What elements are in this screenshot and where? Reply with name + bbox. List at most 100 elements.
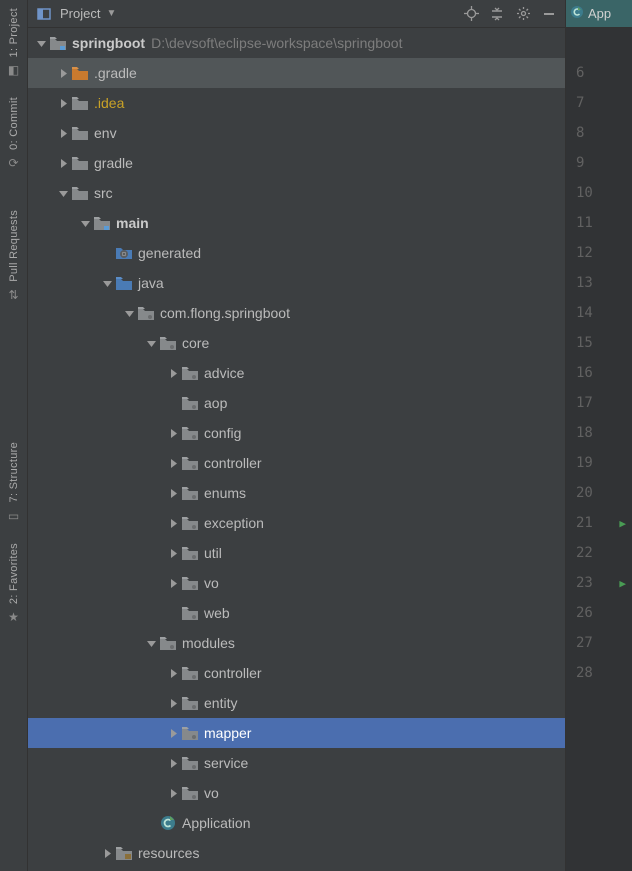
chevron-right-icon[interactable] [56, 126, 70, 140]
chevron-down-icon[interactable] [144, 636, 158, 650]
gutter-line[interactable]: 13 [566, 268, 632, 298]
panel-type-icon [34, 4, 54, 24]
chevron-right-icon[interactable] [100, 846, 114, 860]
gutter-line[interactable]: 12 [566, 238, 632, 268]
gutter-line[interactable]: 18 [566, 418, 632, 448]
tree-node[interactable]: aop [28, 388, 565, 418]
chevron-right-icon[interactable] [166, 786, 180, 800]
editor-tab[interactable]: App [566, 0, 632, 28]
rail-icon: ◧ [7, 63, 21, 77]
chevron-right-icon[interactable] [166, 486, 180, 500]
tree-node[interactable]: exception [28, 508, 565, 538]
tree-node[interactable]: main [28, 208, 565, 238]
rail-button[interactable]: Pull Requests⇅ [7, 210, 21, 302]
tree-node[interactable]: advice [28, 358, 565, 388]
chevron-down-icon[interactable] [78, 216, 92, 230]
gutter-line[interactable]: 23▶ [566, 568, 632, 598]
gutter-line[interactable]: 6 [566, 58, 632, 88]
gutter-line[interactable]: 19 [566, 448, 632, 478]
tree-node[interactable]: vo [28, 778, 565, 808]
rail-button[interactable]: 2: Favorites★ [7, 543, 21, 624]
package-icon [138, 305, 154, 321]
tree-node-label: util [204, 545, 222, 561]
tree-node[interactable]: service [28, 748, 565, 778]
tree-node[interactable]: java [28, 268, 565, 298]
chevron-right-icon[interactable] [166, 726, 180, 740]
tree-node-label: web [204, 605, 230, 621]
rail-button[interactable]: 7: Structure▭ [7, 442, 21, 522]
chevron-down-icon[interactable] [144, 336, 158, 350]
chevron-right-icon[interactable] [56, 156, 70, 170]
gutter-line[interactable]: 27 [566, 628, 632, 658]
project-tree[interactable]: springbootD:\devsoft\eclipse-workspace\s… [28, 28, 565, 871]
gutter-line[interactable]: 28 [566, 658, 632, 688]
hide-icon[interactable] [539, 4, 559, 24]
gutter-line[interactable]: 15 [566, 328, 632, 358]
gear-icon[interactable] [513, 4, 533, 24]
expand-all-icon[interactable] [487, 4, 507, 24]
tree-node[interactable]: src [28, 178, 565, 208]
gutter-line[interactable]: 9 [566, 148, 632, 178]
tree-node[interactable]: .idea [28, 88, 565, 118]
chevron-right-icon[interactable] [166, 426, 180, 440]
tree-node[interactable]: modules [28, 628, 565, 658]
chevron-right-icon[interactable] [56, 96, 70, 110]
chevron-right-icon[interactable] [166, 546, 180, 560]
tree-node[interactable]: config [28, 418, 565, 448]
chevron-right-icon[interactable] [166, 516, 180, 530]
chevron-right-icon[interactable] [166, 756, 180, 770]
editor-gutter[interactable]: 6789101112131415161718192021▶2223▶262728 [566, 28, 632, 871]
folder-orange-icon [72, 65, 88, 81]
gutter-line[interactable]: 8 [566, 118, 632, 148]
tree-node[interactable]: controller [28, 658, 565, 688]
rail-button[interactable]: 0: Commit⟳ [7, 97, 21, 170]
locate-icon[interactable] [461, 4, 481, 24]
chevron-right-icon[interactable] [166, 666, 180, 680]
chevron-right-icon[interactable] [166, 576, 180, 590]
package-icon [182, 455, 198, 471]
chevron-down-icon[interactable] [100, 276, 114, 290]
tree-node-label: springboot [72, 35, 145, 51]
tree-node[interactable]: vo [28, 568, 565, 598]
tree-node[interactable]: enums [28, 478, 565, 508]
chevron-right-icon[interactable] [56, 66, 70, 80]
chevron-down-icon[interactable] [34, 36, 48, 50]
chevron-right-icon[interactable] [166, 456, 180, 470]
tree-node[interactable]: controller [28, 448, 565, 478]
gutter-line[interactable]: 10 [566, 178, 632, 208]
tree-node[interactable]: core [28, 328, 565, 358]
panel-title[interactable]: Project ▼ [60, 6, 116, 21]
run-icon[interactable]: ▶ [619, 517, 626, 530]
gutter-line[interactable]: 20 [566, 478, 632, 508]
chevron-down-icon[interactable] [122, 306, 136, 320]
run-icon[interactable]: ▶ [619, 577, 626, 590]
gutter-line[interactable]: 14 [566, 298, 632, 328]
tree-node-label: core [182, 335, 209, 351]
gutter-line[interactable]: 16 [566, 358, 632, 388]
gutter-line[interactable]: 22 [566, 538, 632, 568]
gutter-line[interactable]: 7 [566, 88, 632, 118]
rail-icon: ★ [7, 610, 21, 624]
tree-node[interactable]: mapper [28, 718, 565, 748]
tree-node[interactable]: web [28, 598, 565, 628]
tree-node[interactable]: Application [28, 808, 565, 838]
tree-node[interactable]: entity [28, 688, 565, 718]
tree-node[interactable]: springbootD:\devsoft\eclipse-workspace\s… [28, 28, 565, 58]
tree-node[interactable]: env [28, 118, 565, 148]
gutter-line[interactable]: 17 [566, 388, 632, 418]
gutter-line[interactable]: 26 [566, 598, 632, 628]
rail-button[interactable]: 1: Project◧ [7, 8, 21, 77]
chevron-down-icon[interactable] [56, 186, 70, 200]
tree-node[interactable]: util [28, 538, 565, 568]
tree-node[interactable]: generated [28, 238, 565, 268]
tree-node[interactable]: gradle [28, 148, 565, 178]
project-panel: Project ▼ springbootD:\devsoft\eclipse-w… [28, 0, 566, 871]
class-icon [160, 815, 176, 831]
tree-node[interactable]: .gradle [28, 58, 565, 88]
chevron-right-icon[interactable] [166, 696, 180, 710]
chevron-right-icon[interactable] [166, 366, 180, 380]
gutter-line[interactable]: 21▶ [566, 508, 632, 538]
tree-node[interactable]: resources [28, 838, 565, 868]
tree-node[interactable]: com.flong.springboot [28, 298, 565, 328]
gutter-line[interactable]: 11 [566, 208, 632, 238]
